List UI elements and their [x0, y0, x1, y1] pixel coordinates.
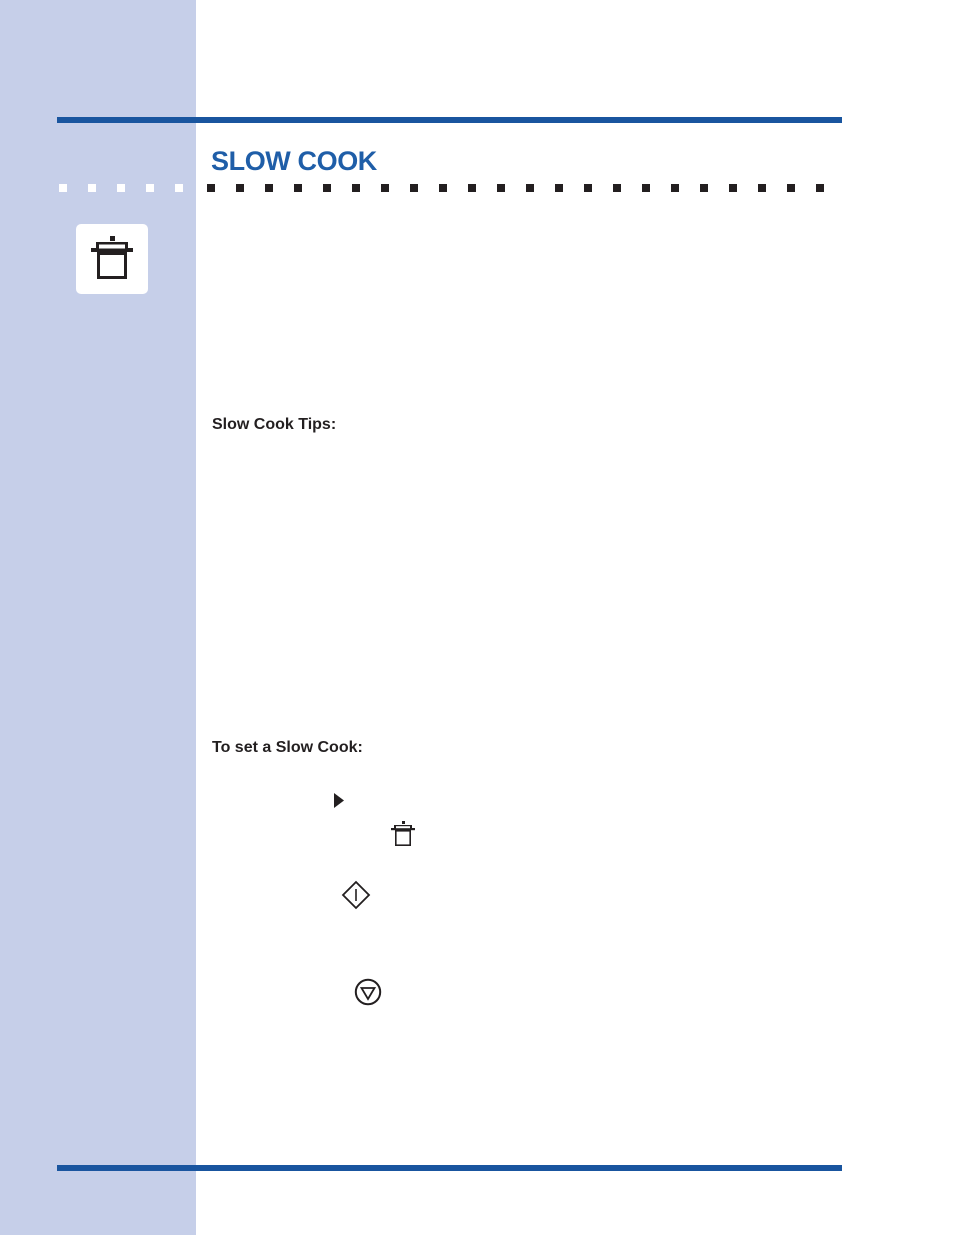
divider-square-dark: [613, 184, 621, 192]
divider-square-light: [117, 184, 125, 192]
document-page: SLOW COOK Slow Cook Tips: To set a Slow …: [0, 0, 954, 1235]
divider-square-dark: [323, 184, 331, 192]
divider-square-dark: [497, 184, 505, 192]
bottom-divider-rule: [57, 1165, 842, 1171]
divider-square-dark: [700, 184, 708, 192]
divider-square-dark: [555, 184, 563, 192]
divider-square-dark: [381, 184, 389, 192]
divider-square-dark: [439, 184, 447, 192]
divider-square-dark: [729, 184, 737, 192]
divider-square-dark: [526, 184, 534, 192]
divider-square-light: [146, 184, 154, 192]
divider-square-dark: [642, 184, 650, 192]
slow-cooker-pot-icon-tile: [76, 224, 148, 294]
divider-square-dark: [352, 184, 360, 192]
top-divider-rule: [57, 117, 842, 123]
divider-square-dark: [787, 184, 795, 192]
divider-square-dark: [410, 184, 418, 192]
divider-square-light: [175, 184, 183, 192]
tips-body-region: [212, 450, 844, 720]
divider-square-dark: [207, 184, 215, 192]
divider-square-dark: [758, 184, 766, 192]
divider-square-dark: [294, 184, 302, 192]
page-title: SLOW COOK: [211, 146, 377, 176]
divider-square-dark: [468, 184, 476, 192]
section-heading-slow-cook-tips: Slow Cook Tips:: [212, 416, 337, 433]
steps-body-region: [212, 775, 844, 1105]
divider-square-dark: [265, 184, 273, 192]
divider-square-dark: [816, 184, 824, 192]
divider-square-dark: [671, 184, 679, 192]
divider-square-dark: [236, 184, 244, 192]
divider-square-light: [88, 184, 96, 192]
divider-square-dark: [584, 184, 592, 192]
dotted-square-divider: [0, 184, 954, 193]
divider-square-light: [59, 184, 67, 192]
section-heading-to-set-a-slow-cook: To set a Slow Cook:: [212, 739, 363, 756]
